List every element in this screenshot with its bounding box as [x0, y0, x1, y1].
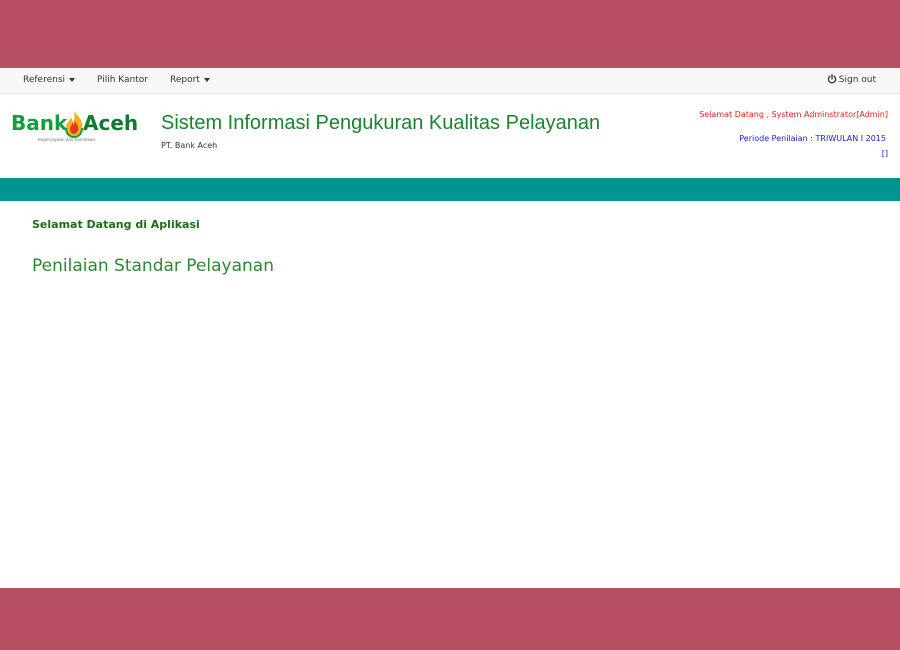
power-icon — [827, 70, 837, 95]
nav-report-label: Report — [170, 75, 200, 85]
app-header: Bank Aceh Kepercayaan dan Kemitraan Sist… — [0, 94, 900, 178]
top-frame-band — [0, 0, 900, 68]
page-title: Penilaian Standar Pelayanan — [32, 256, 275, 276]
periode-penilaian: Periode Penilaian : TRIWULAN I 2015 — [739, 134, 886, 143]
app-title: Sistem Informasi Pengukuran Kualitas Pel… — [161, 112, 601, 134]
sign-out-label: Sign out — [838, 75, 876, 85]
nav-referensi[interactable]: Referensi — [23, 68, 76, 93]
bottom-frame-band — [0, 588, 900, 650]
caret-down-icon — [203, 77, 210, 82]
nav-referensi-label: Referensi — [23, 75, 66, 85]
logo-word-aceh: Aceh — [83, 111, 139, 135]
page: Referensi Pilih Kantor Report Sign out B… — [0, 0, 900, 650]
bank-aceh-logo[interactable]: Bank Aceh Kepercayaan dan Kemitraan — [10, 108, 140, 142]
caret-down-icon — [69, 77, 76, 82]
top-navbar: Referensi Pilih Kantor Report Sign out — [0, 68, 900, 94]
nav-pilih-kantor-label: Pilih Kantor — [97, 75, 148, 85]
logo-tagline: Kepercayaan dan Kemitraan — [38, 137, 96, 142]
teal-divider-bar — [0, 178, 900, 201]
nav-report[interactable]: Report — [170, 68, 210, 93]
logo-word-bank: Bank — [11, 111, 68, 135]
nav-pilih-kantor[interactable]: Pilih Kantor — [97, 68, 148, 93]
sign-out-button[interactable]: Sign out — [827, 68, 876, 93]
periode-extra: [] — [881, 149, 888, 158]
welcome-user-text: Selamat Datang , System Adminstrator[Adm… — [699, 110, 888, 119]
app-subtitle: PT. Bank Aceh — [161, 141, 218, 150]
main-content: Selamat Datang di Aplikasi Penilaian Sta… — [0, 201, 900, 588]
welcome-heading: Selamat Datang di Aplikasi — [32, 218, 200, 231]
